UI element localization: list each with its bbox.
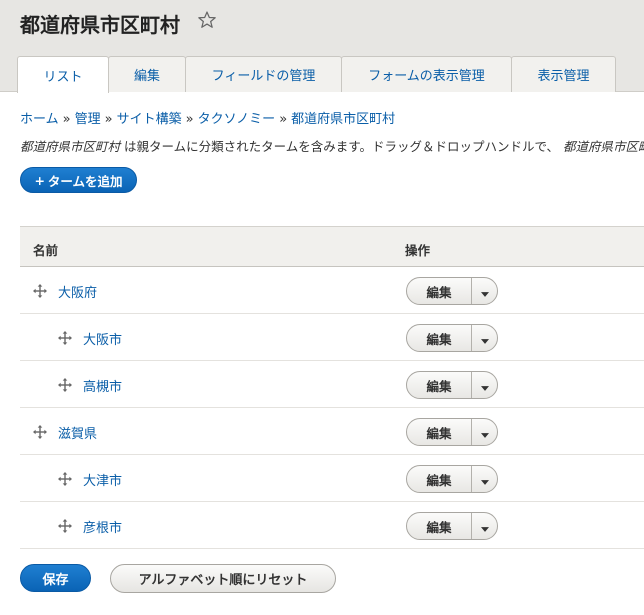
dropdown-toggle[interactable] [472,419,497,445]
add-term-label: タームを追加 [47,173,123,189]
term-link[interactable]: 大阪府 [58,282,97,301]
caret-down-icon [480,517,489,536]
table-header: 名前 操作 [20,226,644,267]
breadcrumb-vocabulary[interactable]: 都道府県市区町村 [291,112,395,127]
save-button[interactable]: 保存 [20,564,91,592]
column-header-name: 名前 [33,243,59,258]
add-term-button[interactable]: + タームを追加 [20,167,137,193]
table-body: 大阪府 編集 大阪市 編集 高槻市 編集 滋賀県 編集 大津市 編集 彦根市 編集 [20,267,644,549]
table-row: 彦根市 編集 [20,502,644,549]
term-link[interactable]: 大津市 [83,470,122,489]
tab-manage-form-display[interactable]: フォームの表示管理 [341,56,512,92]
description-text: は親タームに分類されたタームを含みます。ドラッグ＆ドロップハンドルで、 [120,139,559,154]
term-link[interactable]: 大阪市 [83,329,122,348]
dropdown-toggle[interactable] [472,513,497,539]
column-header-operations: 操作 [405,243,431,258]
term-link[interactable]: 滋賀県 [58,423,97,442]
drag-handle-icon[interactable] [33,424,47,439]
star-icon[interactable] [197,10,217,30]
term-link[interactable]: 高槻市 [83,376,122,395]
edit-button[interactable]: 編集 [407,419,472,445]
dropdown-toggle[interactable] [472,325,497,351]
drag-handle-icon[interactable] [58,330,72,345]
vocabulary-name-repeat: 都道府県市区町村 [562,139,644,154]
drag-handle-icon[interactable] [58,518,72,533]
vocabulary-name: 都道府県市区町村 [20,139,121,154]
caret-down-icon [480,329,489,348]
dropdown-toggle[interactable] [472,278,497,304]
dropdown-toggle[interactable] [472,372,497,398]
drag-handle-icon[interactable] [58,377,72,392]
drag-handle-icon[interactable] [58,471,72,486]
operations-dropbutton: 編集 [406,465,498,493]
dropdown-toggle[interactable] [472,466,497,492]
table-row: 滋賀県 編集 [20,408,644,455]
help-description: 都道府県市区町村 は親タームに分類されたタームを含みます。ドラッグ＆ドロップハン… [20,136,644,155]
edit-button[interactable]: 編集 [407,466,472,492]
table-row: 大津市 編集 [20,455,644,502]
operations-dropbutton: 編集 [406,418,498,446]
breadcrumb-home[interactable]: ホーム [20,112,59,127]
caret-down-icon [480,423,489,442]
edit-button[interactable]: 編集 [407,513,472,539]
tab-edit[interactable]: 編集 [108,56,186,92]
table-row: 大阪市 編集 [20,314,644,361]
page-header: 都道府県市区町村 リスト 編集 フィールドの管理 フォームの表示管理 表示管理 [0,0,644,93]
table-row: 大阪府 編集 [20,267,644,314]
breadcrumb-admin[interactable]: 管理 [75,112,101,127]
operations-dropbutton: 編集 [406,324,498,352]
caret-down-icon [480,282,489,301]
tab-manage-display[interactable]: 表示管理 [511,56,616,92]
tab-manage-fields[interactable]: フィールドの管理 [185,56,342,92]
term-link[interactable]: 彦根市 [83,517,122,536]
edit-button[interactable]: 編集 [407,325,472,351]
caret-down-icon [480,470,489,489]
breadcrumb-separator: » [104,112,113,127]
plus-icon: + [34,172,45,188]
breadcrumb: ホーム» 管理» サイト構築» タクソノミー» 都道府県市区町村 [20,108,395,127]
operations-dropbutton: 編集 [406,512,498,540]
table-row: 高槻市 編集 [20,361,644,408]
breadcrumb-taxonomy[interactable]: タクソノミー [198,112,276,127]
drag-handle-icon[interactable] [33,283,47,298]
page-title: 都道府県市区町村 [20,13,180,37]
primary-tabs: リスト 編集 フィールドの管理 フォームの表示管理 表示管理 [17,56,616,93]
caret-down-icon [480,376,489,395]
breadcrumb-separator: » [279,112,288,127]
breadcrumb-separator: » [185,112,194,127]
reset-alphabetical-button[interactable]: アルファベット順にリセット [110,564,336,593]
breadcrumb-structure[interactable]: サイト構築 [117,112,182,127]
operations-dropbutton: 編集 [406,277,498,305]
terms-table: 名前 操作 大阪府 編集 大阪市 編集 高槻市 編集 滋賀県 編集 大津市 編集 彦根市 編集 [20,226,644,549]
operations-dropbutton: 編集 [406,371,498,399]
edit-button[interactable]: 編集 [407,278,472,304]
tab-list[interactable]: リスト [17,56,109,93]
edit-button[interactable]: 編集 [407,372,472,398]
breadcrumb-separator: » [62,112,71,127]
